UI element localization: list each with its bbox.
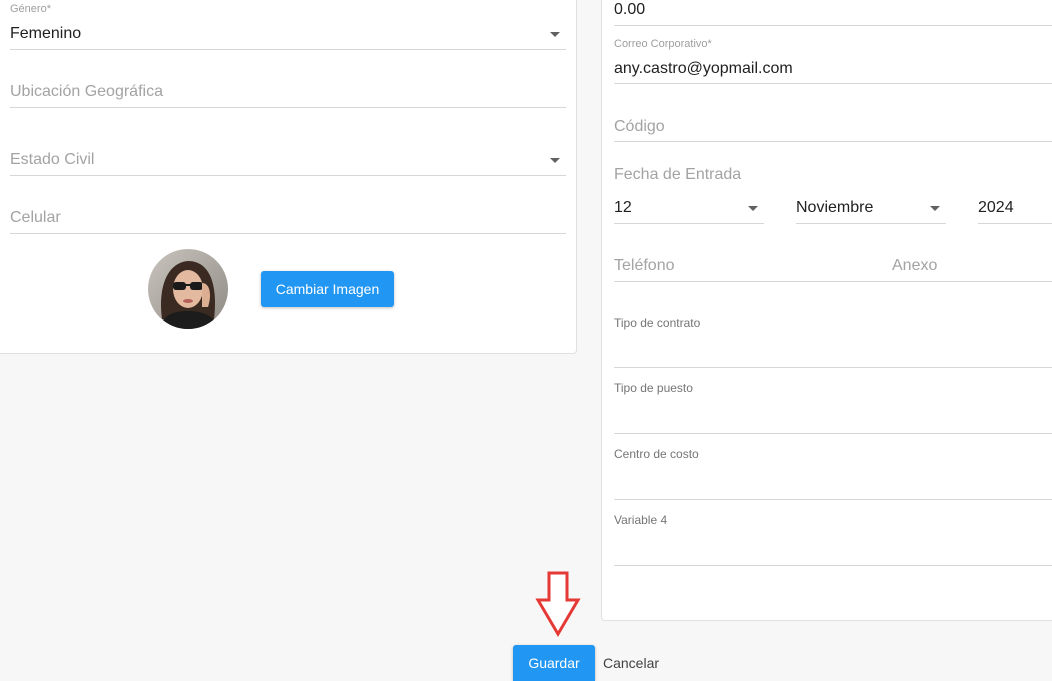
- codigo-placeholder: Código: [614, 118, 665, 135]
- underline: [614, 565, 1052, 566]
- fecha-day-select[interactable]: 12: [614, 194, 764, 224]
- change-image-button[interactable]: Cambiar Imagen: [261, 271, 394, 307]
- variable4-label: Variable 4: [614, 513, 668, 527]
- amount-field[interactable]: 0.00: [614, 0, 1052, 26]
- genero-value: Femenino: [10, 25, 82, 42]
- fecha-day-value: 12: [614, 199, 632, 216]
- underline: [614, 83, 1052, 84]
- estado-civil-placeholder: Estado Civil: [10, 151, 95, 168]
- underline: [614, 141, 1052, 142]
- genero-label: Género*: [10, 3, 51, 15]
- ubicacion-input[interactable]: Ubicación Geográfica: [10, 70, 566, 108]
- underline: [614, 499, 1052, 500]
- underline: [614, 223, 764, 224]
- fecha-year-select[interactable]: 2024: [978, 194, 1052, 224]
- celular-placeholder: Celular: [10, 209, 61, 226]
- fecha-month-select[interactable]: Noviembre: [796, 194, 946, 224]
- underline: [978, 223, 1052, 224]
- correo-value: any.castro@yopmail.com: [614, 60, 793, 77]
- telefono-placeholder: Teléfono: [614, 257, 675, 274]
- codigo-input[interactable]: Código: [614, 104, 1052, 142]
- amount-value: 0.00: [614, 1, 646, 18]
- underline: [10, 233, 566, 234]
- chevron-down-icon: [748, 206, 758, 211]
- form-page: Género* Femenino Ubicación Geográfica Es…: [0, 0, 1052, 681]
- tipo-puesto-input[interactable]: Tipo de puesto: [614, 376, 1052, 434]
- underline: [614, 433, 1052, 434]
- down-arrow-annotation-icon: [535, 571, 581, 637]
- tipo-contrato-label: Tipo de contrato: [614, 316, 701, 330]
- variable4-input[interactable]: Variable 4: [614, 508, 1052, 566]
- centro-costo-input[interactable]: Centro de costo: [614, 442, 1052, 500]
- underline: [10, 49, 566, 50]
- anexo-placeholder[interactable]: Anexo: [892, 257, 937, 275]
- underline: [614, 367, 1052, 368]
- underline: [10, 175, 566, 176]
- correo-label: Correo Corporativo*: [614, 38, 712, 50]
- fecha-year-value: 2024: [978, 199, 1014, 216]
- chevron-down-icon: [550, 158, 560, 163]
- save-button[interactable]: Guardar: [513, 645, 595, 681]
- fecha-label: Fecha de Entrada: [614, 166, 742, 183]
- underline: [10, 107, 566, 108]
- genero-select[interactable]: Género* Femenino: [10, 0, 566, 50]
- avatar: [148, 249, 228, 329]
- underline: [614, 25, 1052, 26]
- ubicacion-placeholder: Ubicación Geográfica: [10, 83, 163, 100]
- chevron-down-icon: [550, 32, 560, 37]
- correo-input[interactable]: Correo Corporativo* any.castro@yopmail.c…: [614, 36, 1052, 84]
- telefono-input[interactable]: Teléfono Anexo: [614, 244, 1052, 282]
- fecha-month-value: Noviembre: [796, 199, 874, 216]
- underline: [796, 223, 946, 224]
- estado-civil-select[interactable]: Estado Civil: [10, 138, 566, 176]
- cancel-button[interactable]: Cancelar: [603, 655, 659, 671]
- celular-input[interactable]: Celular: [10, 196, 566, 234]
- tipo-contrato-input[interactable]: Tipo de contrato: [614, 310, 1052, 368]
- chevron-down-icon: [930, 206, 940, 211]
- underline: [614, 281, 1052, 282]
- centro-costo-label: Centro de costo: [614, 447, 699, 461]
- tipo-puesto-label: Tipo de puesto: [614, 381, 693, 395]
